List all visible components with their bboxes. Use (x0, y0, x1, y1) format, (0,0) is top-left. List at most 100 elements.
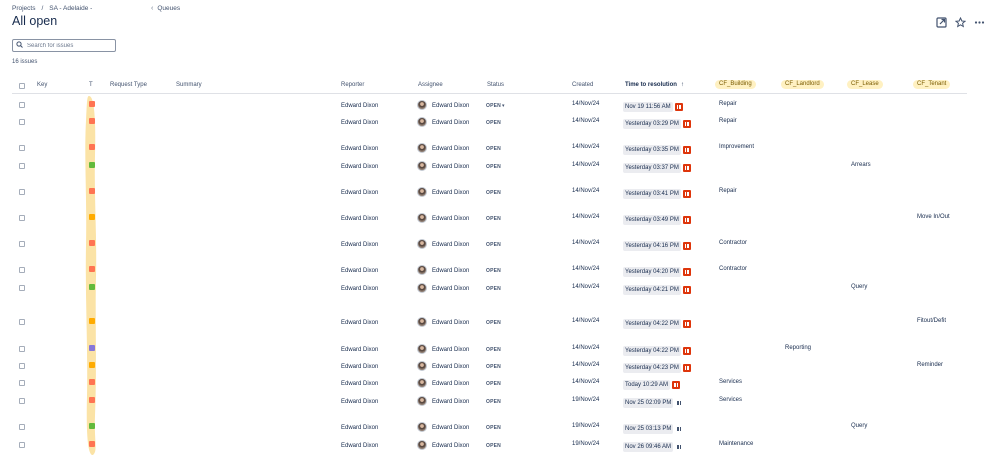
assignee-name[interactable]: Edward Dixon (432, 190, 469, 196)
cf-tenant-value: Move In/Out (917, 214, 950, 220)
status-label: OPEN (486, 146, 501, 152)
assignee-name[interactable]: Edward Dixon (432, 216, 469, 222)
more-icon[interactable] (973, 16, 985, 28)
sla-time: Yesterday 04:22 PM (623, 346, 681, 356)
reporter-name: Edward Dixon (341, 364, 379, 370)
status-badge[interactable]: OPEN (486, 443, 501, 449)
status-badge[interactable]: OPEN (486, 146, 501, 152)
column-time-to-resolution[interactable]: Time to resolution ↑ (625, 82, 684, 88)
status-badge[interactable]: OPEN (486, 425, 501, 431)
status-badge[interactable]: OPEN (486, 190, 501, 196)
assignee-name[interactable]: Edward Dixon (432, 164, 469, 170)
status-badge[interactable]: OPEN (486, 120, 501, 126)
status-badge[interactable]: OPEN (486, 164, 501, 170)
table-row[interactable]: Edward Dixon Edward Dixon OPEN 19/Nov/24 Nov… (12, 440, 967, 453)
row-checkbox[interactable] (19, 102, 25, 108)
status-badge[interactable]: OPEN (486, 268, 501, 274)
status-badge[interactable]: OPEN ▾ (486, 103, 505, 109)
row-checkbox[interactable] (19, 442, 25, 448)
row-checkbox[interactable] (19, 319, 25, 325)
table-row[interactable]: Edward Dixon Edward Dixon OPEN 14/Nov/24 Yes… (12, 117, 967, 130)
cf-building-value: Repair (719, 101, 737, 107)
row-checkbox[interactable] (19, 424, 25, 430)
status-badge[interactable]: OPEN (486, 320, 501, 326)
table-row[interactable]: Edward Dixon Edward Dixon OPEN 14/Nov/24 Yes… (12, 265, 967, 278)
column-assignee[interactable]: Assignee (418, 82, 443, 88)
table-row[interactable]: Edward Dixon Edward Dixon OPEN 14/Nov/24 Tod… (12, 378, 967, 391)
column-created[interactable]: Created (572, 82, 593, 88)
status-badge[interactable]: OPEN (486, 242, 501, 248)
table-row[interactable]: Edward Dixon Edward Dixon OPEN 14/Nov/24 Yes… (12, 361, 967, 374)
column-key[interactable]: Key (37, 82, 47, 88)
search-input[interactable] (27, 42, 107, 49)
sla-time: Today 10:29 AM (623, 380, 671, 390)
assignee-name[interactable]: Edward Dixon (432, 425, 469, 431)
select-all-checkbox[interactable] (19, 83, 25, 89)
assignee-name[interactable]: Edward Dixon (432, 242, 469, 248)
row-checkbox[interactable] (19, 267, 25, 273)
column-summary[interactable]: Summary (176, 82, 202, 88)
created-date: 14/Nov/24 (572, 345, 600, 351)
status-badge[interactable]: OPEN (486, 364, 501, 370)
status-badge[interactable]: OPEN (486, 286, 501, 292)
table-row[interactable]: Edward Dixon Edward Dixon OPEN 19/Nov/24 Nov… (12, 396, 967, 409)
table-row[interactable]: Edward Dixon Edward Dixon OPEN 14/Nov/24 Yes… (12, 317, 967, 330)
request-type-icon (89, 101, 95, 107)
table-row[interactable]: Edward Dixon Edward Dixon OPEN 14/Nov/24 Yes… (12, 283, 967, 296)
assignee-name[interactable]: Edward Dixon (432, 347, 469, 353)
sla-time: Yesterday 04:21 PM (623, 285, 681, 295)
row-checkbox[interactable] (19, 285, 25, 291)
created-date: 14/Nov/24 (572, 162, 600, 168)
assignee-name[interactable]: Edward Dixon (432, 364, 469, 370)
table-row[interactable]: Edward Dixon Edward Dixon OPEN 14/Nov/24 Yes… (12, 187, 967, 200)
column-status[interactable]: Status (487, 82, 504, 88)
created-date: 14/Nov/24 (572, 362, 600, 368)
request-type-icon (89, 240, 95, 246)
row-checkbox[interactable] (19, 215, 25, 221)
row-checkbox[interactable] (19, 363, 25, 369)
assignee-name[interactable]: Edward Dixon (432, 146, 469, 152)
column-cf-landlord[interactable]: CF_Landlord (781, 80, 824, 89)
star-icon[interactable] (954, 16, 966, 28)
table-row[interactable]: Edward Dixon Edward Dixon OPEN 14/Nov/24 Yes… (12, 161, 967, 174)
row-checkbox[interactable] (19, 241, 25, 247)
assignee-name[interactable]: Edward Dixon (432, 120, 469, 126)
table-row[interactable]: Edward Dixon Edward Dixon OPEN 19/Nov/24 Nov… (12, 422, 967, 435)
breadcrumb-projects[interactable]: Projects (12, 5, 35, 12)
row-checkbox[interactable] (19, 398, 25, 404)
row-checkbox[interactable] (19, 145, 25, 151)
table-row[interactable]: Edward Dixon Edward Dixon OPEN 14/Nov/24 Yes… (12, 213, 967, 226)
status-badge[interactable]: OPEN (486, 347, 501, 353)
status-badge[interactable]: OPEN (486, 381, 501, 387)
avatar (417, 143, 427, 153)
row-checkbox[interactable] (19, 163, 25, 169)
status-badge[interactable]: OPEN (486, 399, 501, 405)
table-row[interactable]: Edward Dixon Edward Dixon OPEN ▾ 14/Nov/24 No… (12, 100, 967, 113)
table-row[interactable]: Edward Dixon Edward Dixon OPEN 14/Nov/24 Yes… (12, 143, 967, 156)
assignee-name[interactable]: Edward Dixon (432, 399, 469, 405)
status-label: OPEN (486, 190, 501, 196)
column-cf-tenant[interactable]: CF_Tenant (913, 80, 951, 89)
assignee-name[interactable]: Edward Dixon (432, 320, 469, 326)
assignee-name[interactable]: Edward Dixon (432, 381, 469, 387)
breadcrumb-project-name[interactable]: SA - Adelaide - (49, 5, 92, 12)
table-row[interactable]: Edward Dixon Edward Dixon OPEN 14/Nov/24 Yes… (12, 239, 967, 252)
row-checkbox[interactable] (19, 346, 25, 352)
assignee-name[interactable]: Edward Dixon (432, 286, 469, 292)
assignee-name[interactable]: Edward Dixon (432, 103, 469, 109)
table-row[interactable]: Edward Dixon Edward Dixon OPEN 14/Nov/24 Yes… (12, 344, 967, 357)
row-checkbox[interactable] (19, 119, 25, 125)
column-cf-lease[interactable]: CF_Lease (847, 80, 883, 89)
column-request-type[interactable]: Request Type (110, 82, 147, 88)
column-reporter[interactable]: Reporter (341, 82, 364, 88)
row-checkbox[interactable] (19, 380, 25, 386)
assignee-name[interactable]: Edward Dixon (432, 443, 469, 449)
status-badge[interactable]: OPEN (486, 216, 501, 222)
assignee-name[interactable]: Edward Dixon (432, 268, 469, 274)
column-cf-building[interactable]: CF_Building (715, 80, 756, 89)
open-in-new-icon[interactable] (935, 16, 947, 28)
status-label: OPEN (486, 443, 501, 449)
row-checkbox[interactable] (19, 189, 25, 195)
queues-toggle[interactable]: ‹ Queues (151, 5, 180, 12)
column-type[interactable]: T (89, 82, 93, 88)
